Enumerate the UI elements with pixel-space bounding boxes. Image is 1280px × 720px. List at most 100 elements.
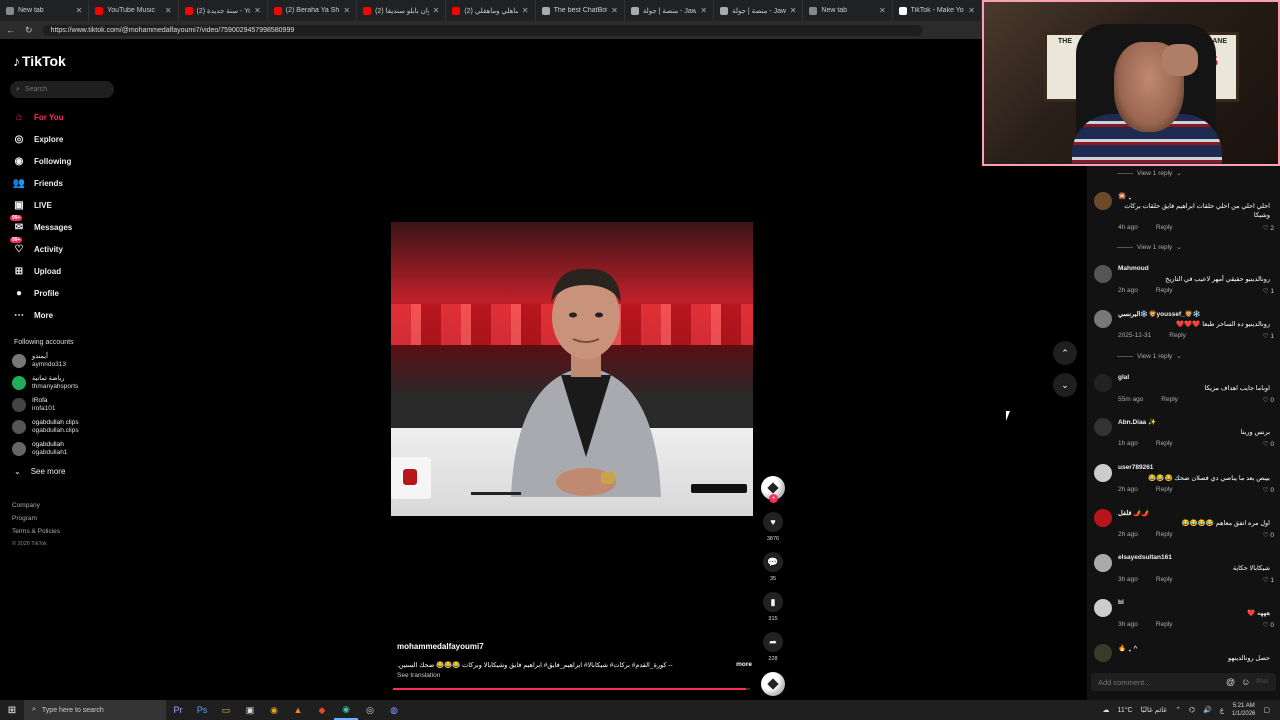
comment-author[interactable]: elsayedsultan161	[1118, 554, 1172, 561]
premiere-icon[interactable]: Pr	[166, 700, 190, 720]
url-field[interactable]: https://www.tiktok.com/@mohammedalfayoum…	[42, 24, 923, 36]
network-icon[interactable]: ⌬	[1189, 706, 1195, 714]
clock[interactable]: 5:21 AM 1/1/2026	[1232, 702, 1255, 718]
sidebar-item-friends[interactable]: 👥 Friends	[12, 176, 63, 190]
reply-button[interactable]: Reply	[1156, 486, 1173, 493]
browser-tab[interactable]: منصة | جولة - Jawlah✕	[625, 0, 715, 21]
like-button[interactable]: ♥	[763, 512, 783, 532]
following-account[interactable]: IRofa irofa101	[12, 397, 56, 413]
avatar[interactable]	[1094, 464, 1112, 482]
comment-like-button[interactable]: ♡ 1	[1263, 287, 1274, 295]
taskbar-search[interactable]: ⌕ Type here to search	[24, 700, 166, 720]
comment-like-button[interactable]: ♡ 0	[1263, 531, 1274, 539]
comment-like-button[interactable]: ♡ 1	[1263, 576, 1274, 584]
reply-button[interactable]: Reply	[1156, 531, 1173, 538]
terms-link[interactable]: Terms & Policies	[12, 525, 60, 538]
following-account[interactable]: ogabdullah ogabdullah1	[12, 441, 67, 457]
close-icon[interactable]: ✕	[611, 6, 618, 15]
browser-tab[interactable]: YouTube Music ✕	[89, 0, 179, 21]
reply-button[interactable]: Reply	[1156, 576, 1173, 583]
close-icon[interactable]: ✕	[522, 6, 529, 15]
browser-tab[interactable]: (2) Beraha Ya Sheekha✕	[268, 0, 358, 21]
comment-author[interactable]: Mahmoud	[1118, 265, 1149, 272]
vlc-icon[interactable]: ▲	[286, 700, 310, 720]
comment-author[interactable]: bl	[1118, 599, 1124, 606]
share-button[interactable]: ➦	[763, 632, 783, 652]
back-icon[interactable]: ←	[6, 25, 15, 35]
browser-tab[interactable]: منصة | جولة - Jawlah✕	[714, 0, 804, 21]
avatar[interactable]	[1094, 599, 1112, 617]
volume-icon[interactable]: 🔊	[1203, 706, 1212, 714]
following-account[interactable]: رياضة ثمانية thmanyahsports	[12, 375, 78, 391]
sidebar-item-explore[interactable]: ◎ Explore	[12, 132, 64, 146]
comment-like-button[interactable]: ♡ 0	[1263, 621, 1274, 629]
brave-icon[interactable]: ◆	[310, 700, 334, 720]
avatar[interactable]	[1094, 310, 1112, 328]
program-link[interactable]: Program	[12, 512, 60, 525]
video-username[interactable]: mohammedalfayoumi7	[397, 642, 752, 651]
keyboard-lang[interactable]: ع	[1220, 706, 1224, 714]
comment-like-button[interactable]: ♡ 0	[1263, 396, 1274, 404]
sidebar-item-live[interactable]: ▣ LIVE	[12, 198, 52, 212]
video-progress-bar[interactable]	[393, 688, 750, 690]
view-replies-button[interactable]: View 1 reply ⌄	[1117, 352, 1182, 360]
sidebar-item-messages[interactable]: ✉ 99+ Messages	[10, 215, 72, 234]
sidebar-item-upload[interactable]: ⊞ Upload	[12, 264, 61, 278]
sidebar-item-activity[interactable]: ♡ 99+ Activity	[10, 237, 63, 256]
sidebar-item-following[interactable]: ◉ Following	[12, 154, 72, 168]
comment-author[interactable]: Abn.Diaa ✨	[1118, 418, 1156, 426]
reply-button[interactable]: Reply	[1156, 621, 1173, 628]
emoji-icon[interactable]: ☺	[1241, 677, 1250, 687]
comment-like-button[interactable]: ♡ 2	[1263, 224, 1274, 232]
reply-button[interactable]: Reply	[1161, 396, 1178, 403]
view-replies-button[interactable]: View 1 reply ⌄	[1117, 169, 1182, 177]
see-translation-link[interactable]: See translation	[397, 672, 752, 679]
creator-avatar[interactable]: +	[761, 476, 785, 503]
reply-button[interactable]: Reply	[1169, 332, 1186, 339]
chrome-icon[interactable]: ◉	[262, 700, 286, 720]
search-box[interactable]: ⌕	[10, 81, 114, 98]
discord-icon[interactable]: ◍	[382, 700, 406, 720]
avatar[interactable]	[1094, 644, 1112, 662]
comment-author[interactable]: glal	[1118, 374, 1129, 381]
notification-icon[interactable]: ▢	[1263, 706, 1270, 714]
close-icon[interactable]: ✕	[254, 6, 261, 15]
comment-author[interactable]: فلفل 🌶️🌶️	[1118, 509, 1149, 517]
add-comment-input[interactable]	[1098, 677, 1218, 687]
close-icon[interactable]: ✕	[790, 6, 797, 15]
company-link[interactable]: Company	[12, 499, 60, 512]
close-icon[interactable]: ✕	[879, 6, 886, 15]
tiktok-logo[interactable]: ♪ TikTok	[13, 53, 66, 69]
browser-tab[interactable]: New tab ✕	[0, 0, 90, 21]
comment-like-button[interactable]: ♡ 1	[1263, 332, 1274, 340]
mention-icon[interactable]: @	[1226, 677, 1235, 687]
comment-author[interactable]: 🔥 ﮼ ^	[1118, 644, 1137, 652]
reply-button[interactable]: Reply	[1156, 287, 1173, 294]
close-icon[interactable]: ✕	[165, 6, 172, 15]
browser-tab[interactable]: The best ChatBot and✕	[536, 0, 625, 21]
previous-video-button[interactable]: ⌃	[1053, 341, 1077, 365]
browser-tab[interactable]: (2) سنة جديدة - YouTube✕	[179, 0, 268, 21]
close-icon[interactable]: ✕	[433, 6, 440, 15]
view-replies-button[interactable]: View 1 reply ⌄	[1117, 243, 1182, 251]
comment-author[interactable]: 🎇 ﮼	[1118, 192, 1132, 200]
search-input[interactable]	[24, 86, 100, 93]
avatar[interactable]	[1094, 418, 1112, 436]
post-button[interactable]: Post	[1256, 679, 1268, 685]
comment-button[interactable]: 💬	[763, 552, 783, 572]
avatar[interactable]	[1094, 554, 1112, 572]
more-button[interactable]: more	[736, 661, 752, 669]
close-icon[interactable]: ✕	[968, 6, 975, 15]
comment-like-button[interactable]: ♡ 0	[1263, 440, 1274, 448]
comment-author[interactable]: البرنسي❄️🦁youssef_🦁❄️	[1118, 310, 1201, 318]
file-explorer-icon[interactable]: ▭	[214, 700, 238, 720]
close-icon[interactable]: ✕	[343, 6, 350, 15]
photoshop-icon[interactable]: Ps	[190, 700, 214, 720]
save-button[interactable]: ▮	[763, 592, 783, 612]
tray-chevron-icon[interactable]: ⌃	[1175, 706, 1181, 714]
following-account[interactable]: أيمندو aymndo313	[12, 353, 66, 369]
next-video-button[interactable]: ⌄	[1053, 373, 1077, 397]
browser-tab[interactable]: (2) ولدت ساهلي وماهفلي✕	[446, 0, 536, 21]
avatar[interactable]	[1094, 192, 1112, 210]
avatar[interactable]	[1094, 374, 1112, 392]
